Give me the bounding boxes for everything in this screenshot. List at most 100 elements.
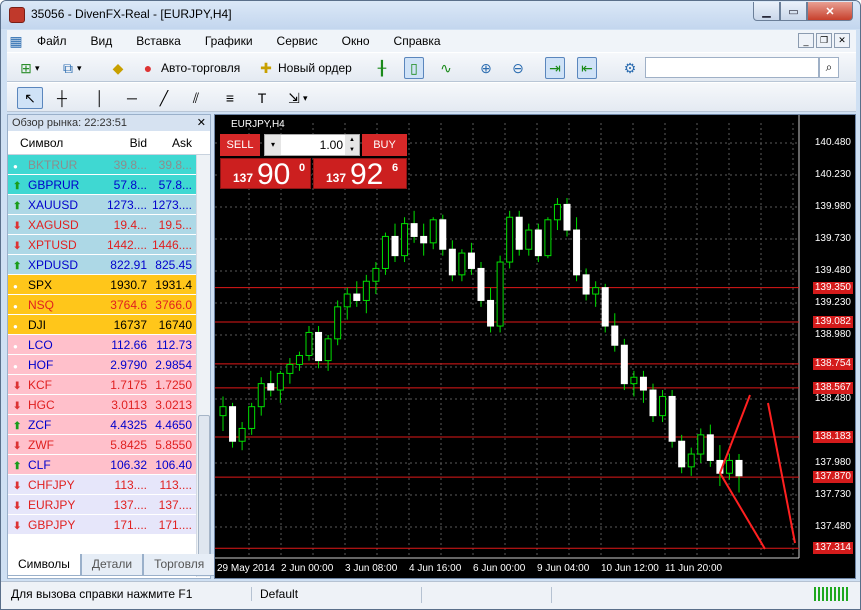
bar-chart-button[interactable]: ╂ <box>373 57 391 79</box>
price-level-label: 139.350 <box>812 281 853 294</box>
search-button[interactable]: ⌕ <box>819 57 839 78</box>
market-watch-row[interactable]: ⬇ CHFJPY 113.... 113.... <box>8 475 210 495</box>
bid-cell: 5.8425 <box>110 437 147 452</box>
arrows-tool[interactable]: ⇲ ▾ <box>285 87 307 109</box>
zoom-in-button[interactable]: ⊕ <box>477 57 495 79</box>
symbol-cell: ⬇ XAGUSD <box>8 218 105 232</box>
menu-file[interactable]: Файл <box>25 34 79 48</box>
line-chart-button[interactable]: ∿ <box>437 57 455 79</box>
price-axis-label: 138.980 <box>814 329 851 340</box>
search-input[interactable] <box>645 57 819 78</box>
minimize-button[interactable]: ▁ <box>753 2 780 21</box>
market-watch-scrollbar[interactable] <box>196 155 210 577</box>
market-watch-row[interactable]: ⬇ GBPJPY 171.... 171.... <box>8 515 210 535</box>
menu-help[interactable]: Справка <box>382 34 453 48</box>
candle-bear <box>353 293 361 301</box>
symbol-name: HOF <box>28 357 54 372</box>
lot-dropdown-icon[interactable]: ▾ <box>265 135 281 155</box>
trendline-icon: ╱ <box>159 90 169 106</box>
mdi-minimize-button[interactable]: _ <box>798 33 814 48</box>
market-watch-row[interactable]: ⬇ KCF 1.7175 1.7250 <box>8 375 210 395</box>
price-axis-label: 140.230 <box>814 169 851 180</box>
market-watch-close-icon[interactable]: ✕ <box>197 116 206 129</box>
market-watch-row[interactable]: ⬆ XAUUSD 1273.... 1273.... <box>8 195 210 215</box>
new-order-label: Новый ордер <box>278 61 352 75</box>
ask-price-box[interactable]: 137 92 6 <box>313 158 407 191</box>
zoom-out-button[interactable]: ⊖ <box>509 57 527 79</box>
candle-bull <box>334 306 342 340</box>
bid-cell: 39.8... <box>113 157 147 172</box>
column-bid[interactable]: Bid <box>105 131 150 154</box>
market-watch-row[interactable]: ⬆ CLF 106.32 106.40 <box>8 455 210 475</box>
symbol-cell: ⬆ CLF <box>8 458 105 472</box>
market-watch-row[interactable]: ⬇ EURJPY 137.... 137.... <box>8 495 210 515</box>
market-watch-row[interactable]: ● NSQ 3764.6 3766.0 <box>8 295 210 315</box>
bid-price-box[interactable]: 137 90 0 <box>220 158 311 191</box>
price-chart[interactable]: EURJPY,H4 SELL ▾ 1.00 ▲ ▼ BUY 137 90 0 13… <box>214 114 856 579</box>
column-ask[interactable]: Ask <box>150 131 195 154</box>
market-watch-row[interactable]: ● HOF 2.9790 2.9854 <box>8 355 210 375</box>
market-watch-row[interactable]: ⬇ HGC 3.0113 3.0213 <box>8 395 210 415</box>
new-chart-button[interactable]: ⊞ ▾ <box>17 57 39 79</box>
market-watch-row[interactable]: ⬇ XPTUSD 1442.... 1446.... <box>8 235 210 255</box>
lot-spinner[interactable]: ▲ ▼ <box>345 135 359 155</box>
candlestick-button[interactable]: ▯ <box>404 57 424 79</box>
lot-value[interactable]: 1.00 <box>283 135 343 155</box>
market-watch-row[interactable]: ⬆ ZCF 4.4325 4.4650 <box>8 415 210 435</box>
price-level-label: 137.314 <box>812 542 853 555</box>
market-watch-row[interactable]: ⬇ ZWF 5.8425 5.8550 <box>8 435 210 455</box>
new-order-button[interactable]: ✚ Новый ордер <box>257 57 352 79</box>
text-tool[interactable]: T <box>253 87 271 109</box>
fibonacci-tool[interactable]: ≡ <box>221 87 239 109</box>
status-bar: Для вызова справки нажмите F1 Default <box>1 581 860 609</box>
tab-symbols[interactable]: Символы <box>7 554 81 576</box>
menu-insert[interactable]: Вставка <box>124 34 193 48</box>
market-watch-row[interactable]: ● BKTRUR 39.8... 39.8... <box>8 155 210 175</box>
market-watch-row[interactable]: ⬇ XAGUSD 19.4... 19.5... <box>8 215 210 235</box>
close-button[interactable]: ✕ <box>807 2 853 21</box>
tab-trading[interactable]: Торговля <box>143 554 216 576</box>
column-symbol[interactable]: Символ <box>8 131 105 154</box>
lot-input[interactable]: ▾ 1.00 ▲ ▼ <box>264 134 360 156</box>
symbol-cell: ⬇ XPTUSD <box>8 238 105 252</box>
equidistant-channel-tool[interactable]: ⫽ <box>187 87 205 109</box>
market-watch-toggle[interactable]: ◆ <box>109 57 127 79</box>
menu-charts[interactable]: Графики <box>193 34 265 48</box>
market-watch-row[interactable]: ⬆ XPDUSD 822.91 825.45 <box>8 255 210 275</box>
market-watch-row[interactable]: ● LCO 112.66 112.73 <box>8 335 210 355</box>
chart-shift-button[interactable]: ⇤ <box>577 57 597 79</box>
price-axis-label: 138.480 <box>814 393 851 404</box>
maximize-button[interactable]: ▭ <box>780 2 807 21</box>
candle-bear <box>410 223 418 237</box>
menu-window[interactable]: Окно <box>330 34 382 48</box>
autotrading-button[interactable]: ● Авто-торговля <box>139 57 240 79</box>
gear-icon: ⚙ <box>623 60 637 76</box>
auto-scroll-button[interactable]: ⇥ <box>545 57 565 79</box>
arrows-icon: ⇲ <box>288 90 300 106</box>
tab-details[interactable]: Детали <box>80 554 144 576</box>
menu-tools[interactable]: Сервис <box>265 34 330 48</box>
market-watch-row[interactable]: ● DJI 16737 16740 <box>8 315 210 335</box>
sell-button[interactable]: SELL <box>220 134 260 156</box>
scrollbar-thumb[interactable] <box>198 415 210 575</box>
candle-bull <box>372 267 380 282</box>
vertical-line-tool[interactable]: │ <box>91 87 109 109</box>
mdi-close-button[interactable]: ✕ <box>834 33 850 48</box>
candle-bull <box>248 406 256 429</box>
arrow-up-icon: ⬆ <box>13 200 22 212</box>
terminal-window: 35056 - DivenFX-Real - [EURJPY,H4] ▁ ▭ ✕… <box>0 0 861 610</box>
profiles-button[interactable]: ⧉ ▾ <box>59 57 82 79</box>
menu-view[interactable]: Вид <box>79 34 125 48</box>
cursor-tool[interactable]: ↖ <box>17 87 43 109</box>
buy-button[interactable]: BUY <box>362 134 407 156</box>
horizontal-line-tool[interactable]: ─ <box>123 87 141 109</box>
ask-cell: 1.7250 <box>155 377 192 392</box>
market-watch-row[interactable]: ⬆ GBPRUR 57.8... 57.8... <box>8 175 210 195</box>
zoom-in-icon: ⊕ <box>480 60 492 76</box>
candle-bull <box>506 216 514 263</box>
market-watch-row[interactable]: ● SPX 1930.7 1931.4 <box>8 275 210 295</box>
crosshair-tool[interactable]: ┼ <box>53 87 71 109</box>
settings-button[interactable]: ⚙ <box>621 57 639 79</box>
mdi-restore-button[interactable]: ❐ <box>816 33 832 48</box>
trendline-tool[interactable]: ╱ <box>155 87 173 109</box>
